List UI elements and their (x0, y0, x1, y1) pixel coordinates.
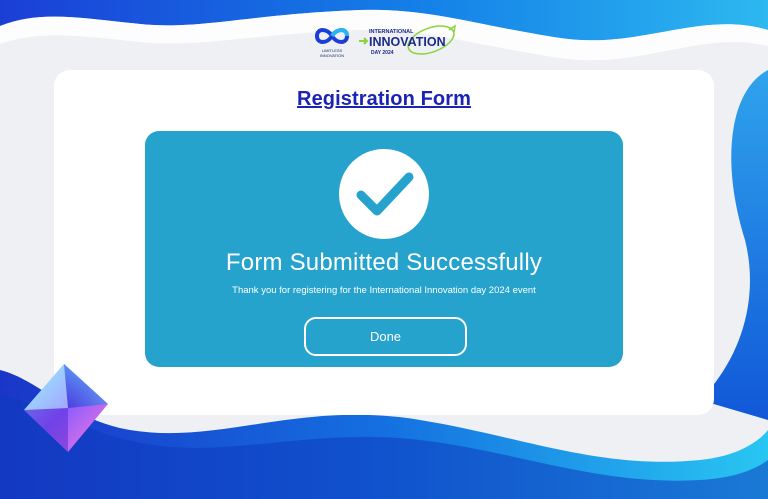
success-check-badge (339, 149, 429, 239)
done-button[interactable]: Done (304, 317, 467, 356)
event-bottom-text: DAY 2024 (371, 50, 394, 56)
infinity-logo-icon: LIMITLESS INNOVATION (314, 28, 350, 58)
header-logos: LIMITLESS INNOVATION INTERNATIONAL INNOV… (0, 18, 768, 62)
success-title: Form Submitted Successfully (225, 249, 543, 276)
page-title: Registration Form (297, 88, 471, 110)
event-main-text: INNOVATION (369, 35, 446, 49)
brand-line2: INNOVATION (320, 53, 344, 58)
crystal-decoration-icon (24, 364, 108, 452)
success-message: Thank you for registering for the Intern… (232, 285, 536, 296)
innovation-day-logo: INTERNATIONAL INNOVATION DAY 2024 (359, 24, 457, 56)
checkmark-icon (356, 172, 414, 216)
